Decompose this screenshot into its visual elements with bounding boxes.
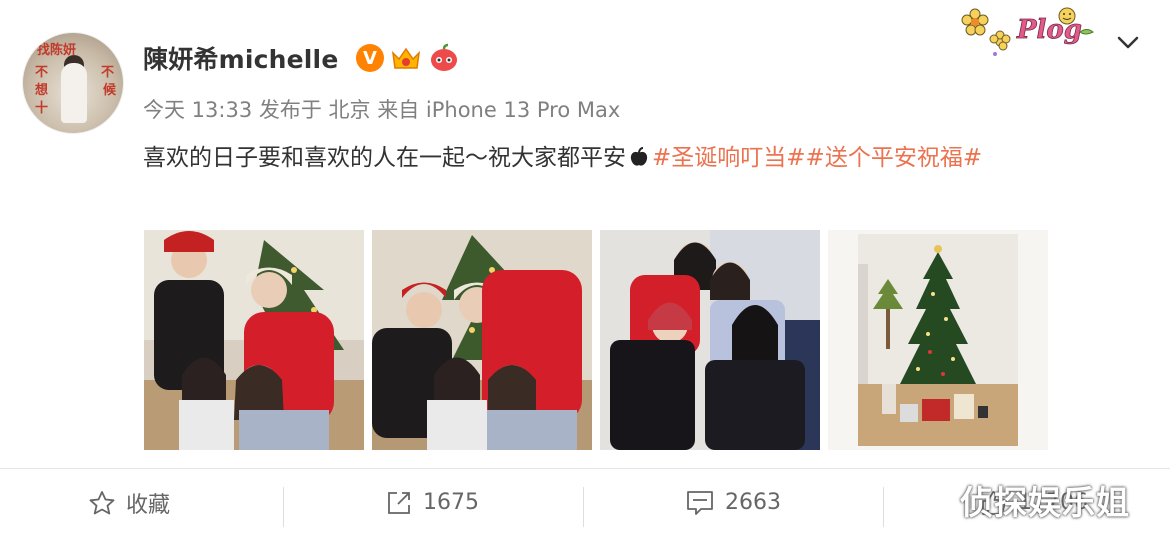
group-photo-2[interactable] (372, 230, 592, 450)
apple-badge-icon[interactable] (428, 43, 460, 73)
comment-icon (687, 490, 713, 515)
avatar-sign-text: 不 (35, 65, 49, 80)
hashtag-peace-blessing[interactable]: #送个平安祝福# (806, 145, 983, 171)
plog-sticker-icon: Plog (961, 7, 1094, 56)
avatar-sign-text: 找陈妍 (37, 43, 77, 58)
avatar-sign-text: 想 (35, 83, 49, 98)
weibo-post-card: 找陈妍 不 不 想 十 候 陳妍希michelle V 今天 13:33 发布于… (0, 0, 1170, 468)
username[interactable]: 陳妍希michelle (143, 40, 339, 76)
action-separator (583, 487, 584, 527)
repost-count: 1675 (423, 490, 479, 515)
share-icon (388, 491, 410, 514)
christmas-tree-photo-frame (828, 230, 1048, 450)
group-photo-1[interactable] (144, 230, 364, 450)
christmas-tree-photo[interactable] (858, 234, 1018, 446)
action-separator (283, 487, 284, 527)
avatar-sign-text: 十 (35, 101, 49, 116)
favorite-label: 收藏 (126, 492, 171, 518)
post-meta: 今天 13:33 发布于 北京 来自 iPhone 13 Pro Max (143, 98, 621, 122)
post-text: 喜欢的日子要和喜欢的人在一起～祝大家都平安 (143, 145, 626, 171)
avatar-figure-body (61, 63, 87, 123)
post-content: 喜欢的日子要和喜欢的人在一起～祝大家都平安 #圣诞响叮当##送个平安祝福# (143, 138, 982, 172)
star-icon (89, 490, 115, 514)
verified-v-icon[interactable]: V (356, 44, 384, 72)
repost-button[interactable]: 1675 (385, 469, 479, 536)
action-separator (883, 487, 884, 527)
chevron-down-icon[interactable] (1114, 30, 1142, 54)
avatar[interactable]: 找陈妍 不 不 想 十 候 (22, 32, 124, 134)
group-photo-3[interactable] (600, 230, 820, 450)
avatar-sign-text: 不 (101, 65, 115, 80)
favorite-button[interactable]: 收藏 (88, 469, 170, 536)
apple-emoji-icon (630, 147, 648, 166)
vip-crown-icon[interactable] (390, 44, 422, 72)
comment-button[interactable]: 2663 (685, 469, 781, 536)
avatar-sign-text: 候 (103, 83, 117, 98)
user-badges: V (356, 42, 460, 74)
comment-count: 2663 (725, 490, 781, 515)
watermark: 侦探娱乐姐 (960, 483, 1130, 522)
hashtag-christmas[interactable]: #圣诞响叮当# (652, 145, 806, 171)
